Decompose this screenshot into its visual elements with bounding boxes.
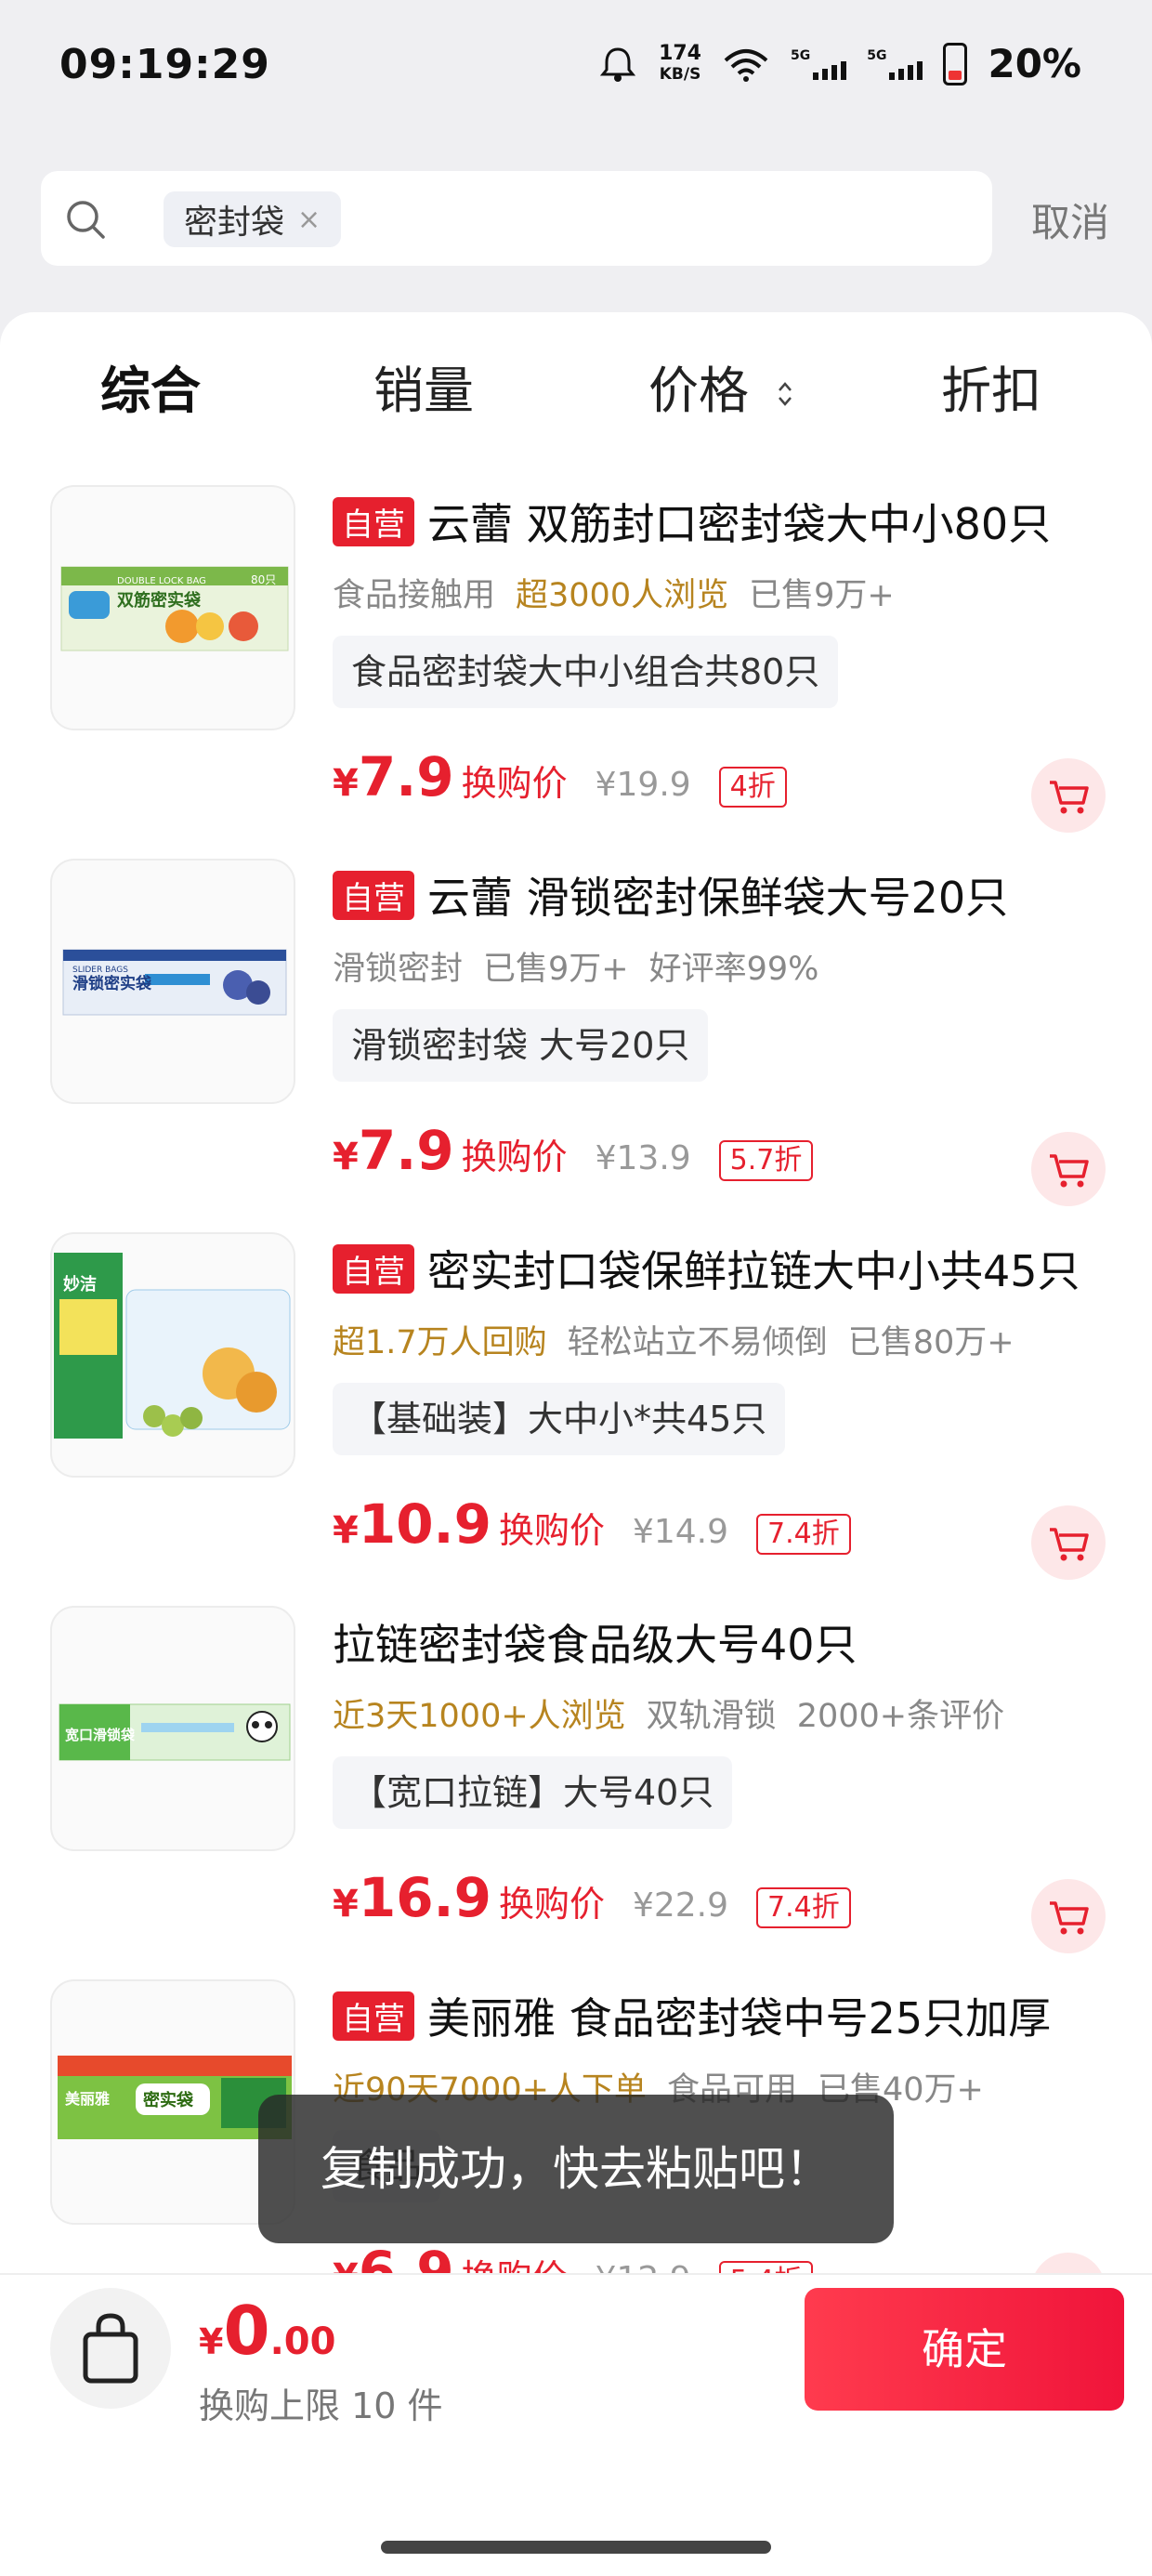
svg-text:美丽雅: 美丽雅 <box>65 2090 110 2108</box>
confirm-button[interactable]: 确定 <box>805 2288 1124 2411</box>
exchange-label: 换购价 <box>461 763 568 804</box>
signal-icon-1: 5G <box>791 48 847 80</box>
product-meta: 滑锁密封 已售9万+ 好评率99% <box>333 951 819 988</box>
product-meta: 食品接触用 超3000人浏览 已售9万+ <box>333 577 895 614</box>
exchange-bag-button[interactable] <box>50 2288 171 2409</box>
exchange-label: 换购价 <box>498 1884 605 1925</box>
exchange-label: 换购价 <box>461 1137 568 1177</box>
self-operated-badge: 自营 <box>333 1991 414 2041</box>
svg-text:密实袋: 密实袋 <box>143 2090 194 2110</box>
product-card[interactable]: 宽口滑锁袋 拉链密封袋食品级大号40只 近3天1000+人浏览 双轨滑锁 2000+… <box>0 1606 1152 1979</box>
tab-sales[interactable]: 销量 <box>373 349 474 423</box>
product-name: 密实封口袋保鲜拉链大中小共45只 <box>427 1246 1080 1296</box>
product-card[interactable]: 双筋密实袋 DOUBLE LOCK BAG 80只 自营 云蕾 双筋封口密封袋大中… <box>0 485 1152 859</box>
original-price: ¥22.9 <box>632 1886 729 1925</box>
svg-text:DOUBLE LOCK BAG: DOUBLE LOCK BAG <box>117 576 206 586</box>
product-spec[interactable]: 【基础装】大中小*共45只 <box>333 1383 786 1455</box>
add-to-cart-button[interactable] <box>1031 1505 1106 1580</box>
product-card[interactable]: 滑锁密实袋 SLIDER BAGS 自营 云蕾 滑锁密封保鲜袋大号20只 滑锁密封… <box>0 859 1152 1232</box>
cancel-button[interactable]: 取消 <box>1031 191 1109 248</box>
search-icon <box>67 201 105 239</box>
original-price: ¥19.9 <box>595 766 691 804</box>
discount-badge: 4折 <box>718 767 787 808</box>
copy-success-toast: 复制成功，快去粘贴吧！ <box>258 2095 894 2243</box>
product-meta: 超1.7万人回购 轻松站立不易倾倒 已售80万+ <box>333 1324 1015 1361</box>
discount-badge: 5.7折 <box>718 1140 814 1181</box>
home-indicator[interactable] <box>381 2541 771 2554</box>
product-spec[interactable]: 滑锁密封袋 大号20只 <box>333 1009 709 1082</box>
self-operated-badge: 自营 <box>333 1244 414 1294</box>
search-keyword-chip[interactable]: 密封袋 × <box>164 191 342 247</box>
original-price: ¥14.9 <box>632 1513 729 1551</box>
cart-icon <box>1050 781 1089 814</box>
add-to-cart-button[interactable] <box>1031 1879 1106 1953</box>
svg-text:80只: 80只 <box>251 573 276 586</box>
svg-text:滑锁密实袋: 滑锁密实袋 <box>72 974 152 993</box>
battery-icon <box>943 42 968 85</box>
product-title[interactable]: 自营 密实封口袋保鲜拉链大中小共45只 <box>333 1238 1080 1299</box>
product-image[interactable]: 妙洁 <box>50 1232 295 1478</box>
exchange-price: ¥7.9 <box>333 745 454 808</box>
product-image[interactable]: 滑锁密实袋 SLIDER BAGS <box>50 859 295 1104</box>
self-operated-badge: 自营 <box>333 871 414 920</box>
svg-text:SLIDER BAGS: SLIDER BAGS <box>72 966 128 975</box>
exchange-label: 换购价 <box>498 1510 605 1551</box>
search-bar[interactable]: 密封袋 × <box>41 171 992 266</box>
status-bar: 09:19:29 174 KB/S 5G 5G 20% <box>0 0 1152 139</box>
tab-price[interactable]: 价格 <box>648 349 794 423</box>
shopping-bag-icon <box>83 2313 138 2384</box>
wifi-icon <box>724 48 768 82</box>
original-price: ¥13.9 <box>595 1139 691 1177</box>
product-name: 云蕾 双筋封口密封袋大中小80只 <box>427 499 1052 549</box>
cart-icon <box>1050 1154 1089 1188</box>
product-name: 云蕾 滑锁密封保鲜袋大号20只 <box>427 873 1009 923</box>
discount-badge: 7.4折 <box>756 1514 851 1555</box>
product-name: 美丽雅 食品密封袋中号25只加厚 <box>427 1993 1052 2044</box>
price-row: ¥7.9 换购价 ¥19.9 4折 <box>333 745 787 810</box>
svg-text:宽口滑锁袋: 宽口滑锁袋 <box>64 1727 136 1743</box>
exchange-price: ¥7.9 <box>333 1119 454 1182</box>
product-meta: 近3天1000+人浏览 双轨滑锁 2000+条评价 <box>333 1698 1005 1735</box>
search-keyword: 密封袋 <box>184 204 285 242</box>
product-name: 拉链密封袋食品级大号40只 <box>333 1620 857 1670</box>
add-to-cart-button[interactable] <box>1031 1132 1106 1206</box>
tab-price-label: 价格 <box>648 361 749 420</box>
product-title[interactable]: 自营 云蕾 滑锁密封保鲜袋大号20只 <box>333 864 1008 926</box>
clear-keyword-icon[interactable]: × <box>297 204 321 236</box>
cart-icon <box>1050 1901 1089 1935</box>
signal-icon-2: 5G <box>867 48 923 80</box>
price-row: ¥16.9 换购价 ¥22.9 7.4折 <box>333 1866 851 1931</box>
price-row: ¥7.9 换购价 ¥13.9 5.7折 <box>333 1119 814 1184</box>
sort-tabs: 综合 销量 价格 折扣 <box>0 349 1152 424</box>
checkout-bar: ¥0.00 换购上限 10 件 确定 <box>0 2273 1152 2576</box>
total-amount: ¥0.00 <box>199 2292 336 2370</box>
cart-icon <box>1050 1528 1089 1561</box>
tab-comprehensive[interactable]: 综合 <box>100 349 201 423</box>
sort-toggle-icon <box>779 382 792 407</box>
battery-percent: 20% <box>988 41 1081 86</box>
product-title[interactable]: 拉链密封袋食品级大号40只 <box>333 1611 857 1673</box>
self-operated-badge: 自营 <box>333 497 414 546</box>
add-to-cart-button[interactable] <box>1031 758 1106 833</box>
status-time: 09:19:29 <box>59 41 270 88</box>
tab-discount[interactable]: 折扣 <box>941 349 1041 423</box>
svg-text:双筋密实袋: 双筋密实袋 <box>117 590 202 611</box>
product-image[interactable]: 双筋密实袋 DOUBLE LOCK BAG 80只 <box>50 485 295 730</box>
product-title[interactable]: 自营 美丽雅 食品密封袋中号25只加厚 <box>333 1985 1051 2046</box>
alarm-bell-icon <box>599 46 636 82</box>
discount-badge: 7.4折 <box>756 1887 851 1928</box>
network-speed: 174 KB/S <box>659 41 701 84</box>
exchange-limit-text: 换购上限 10 件 <box>199 2385 443 2426</box>
svg-text:妙洁: 妙洁 <box>63 1274 97 1295</box>
price-row: ¥10.9 换购价 ¥14.9 7.4折 <box>333 1492 851 1557</box>
product-spec[interactable]: 食品密封袋大中小组合共80只 <box>333 636 839 708</box>
exchange-price: ¥10.9 <box>333 1492 491 1556</box>
exchange-price: ¥16.9 <box>333 1866 491 1929</box>
status-icons: 174 KB/S 5G 5G 20% <box>597 41 1081 86</box>
product-image[interactable]: 宽口滑锁袋 <box>50 1606 295 1851</box>
product-title[interactable]: 自营 云蕾 双筋封口密封袋大中小80只 <box>333 491 1051 552</box>
product-spec[interactable]: 【宽口拉链】大号40只 <box>333 1756 733 1829</box>
product-card[interactable]: 妙洁 自营 密实封口袋保鲜拉链大中小共45只 超1.7万人回购 轻松站立不易倾倒 已售… <box>0 1232 1152 1606</box>
